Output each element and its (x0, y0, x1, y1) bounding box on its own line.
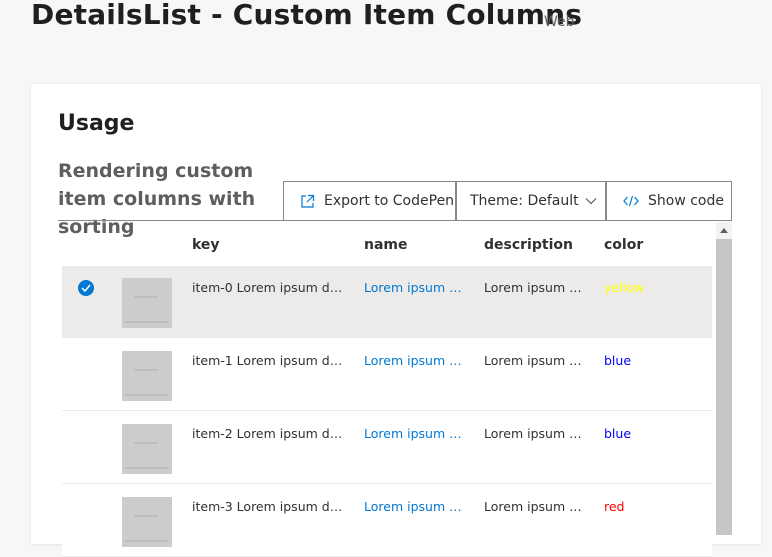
platform-tag: Web (544, 14, 575, 30)
theme-dropdown-label: Theme: Default (470, 193, 579, 209)
column-header-color[interactable]: color (604, 237, 643, 253)
cell-key: item-0 Lorem ipsum dolor sit (192, 280, 344, 295)
column-header-description[interactable]: description (484, 237, 573, 253)
cell-name-link[interactable]: Lorem ipsum dolor sit (364, 499, 464, 514)
export-codepen-button[interactable]: Export to CodePen (283, 181, 456, 220)
cell-description: Lorem ipsum dolor sit (484, 499, 584, 514)
table-row[interactable]: item-2 Lorem ipsum dolor sit Lorem ipsum… (62, 412, 712, 484)
item-thumbnail (122, 497, 172, 547)
table-row[interactable]: item-0 Lorem ipsum dolor sit Lorem ipsum… (62, 266, 712, 338)
code-icon (623, 195, 639, 207)
column-header-name[interactable]: name (364, 237, 408, 253)
item-thumbnail (122, 351, 172, 401)
cell-name-link[interactable]: Lorem ipsum dolor sit (364, 280, 464, 295)
cell-key: item-3 Lorem ipsum dolor sit (192, 499, 344, 514)
theme-dropdown[interactable]: Theme: Default (456, 181, 606, 220)
item-thumbnail (122, 424, 172, 474)
item-thumbnail (122, 278, 172, 328)
page-title: DetailsList - Custom Item Columns (31, 0, 583, 31)
cell-description: Lorem ipsum dolor sit (484, 280, 584, 295)
cell-name-link[interactable]: Lorem ipsum dolor sit (364, 426, 464, 441)
cell-color: yellow (604, 280, 644, 295)
example-title: Rendering custom item columns with sorti… (58, 160, 256, 238)
cell-color: red (604, 499, 625, 514)
example-title-underline (58, 220, 284, 221)
cell-key: item-1 Lorem ipsum dolor sit (192, 353, 344, 368)
vertical-scrollbar[interactable] (716, 222, 732, 535)
cell-name-link[interactable]: Lorem ipsum dolor sit (364, 353, 464, 368)
table-row[interactable]: item-1 Lorem ipsum dolor sit Lorem ipsum… (62, 339, 712, 411)
row-checkbox[interactable] (78, 280, 94, 296)
cell-color: blue (604, 426, 632, 441)
table-row[interactable]: item-3 Lorem ipsum dolor sit Lorem ipsum… (62, 485, 712, 557)
scroll-thumb[interactable] (716, 239, 732, 535)
show-code-label: Show code (648, 193, 724, 209)
cell-description: Lorem ipsum dolor sit (484, 426, 584, 441)
cell-color: blue (604, 353, 632, 368)
scroll-up-icon[interactable] (716, 222, 732, 238)
cell-key: item-2 Lorem ipsum dolor sit (192, 426, 344, 441)
chevron-down-icon (585, 197, 597, 205)
show-code-button[interactable]: Show code (606, 181, 732, 220)
export-codepen-label: Export to CodePen (324, 193, 455, 209)
checkmark-icon (81, 284, 91, 292)
column-header-key[interactable]: key (192, 237, 220, 253)
section-title: Usage (58, 111, 135, 136)
cell-description: Lorem ipsum dolor sit (484, 353, 584, 368)
toolbar-divider (283, 220, 732, 221)
external-link-icon (300, 194, 315, 209)
